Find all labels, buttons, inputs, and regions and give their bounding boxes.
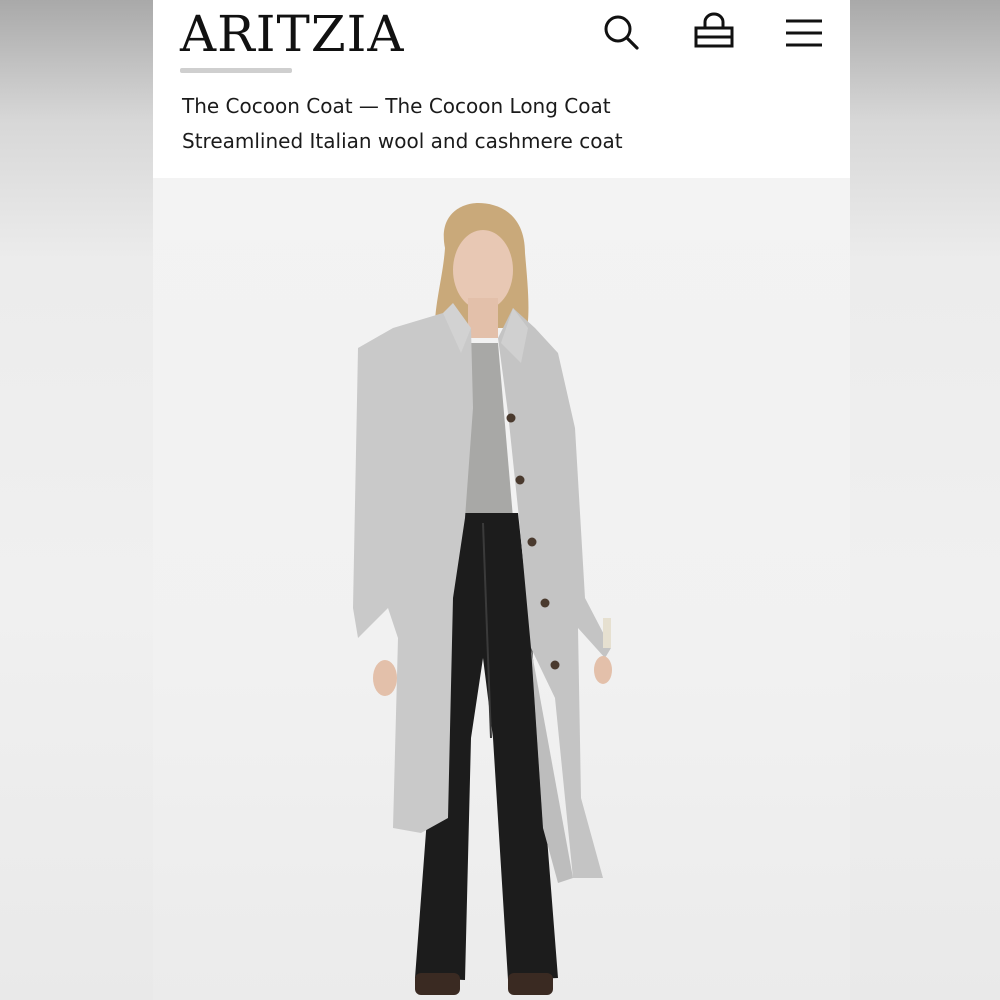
search-button[interactable]	[597, 8, 647, 58]
hamburger-menu-icon	[786, 19, 822, 47]
product-image[interactable]	[153, 178, 850, 1000]
product-title[interactable]: The Cocoon Coat — The Cocoon Long Coat	[182, 94, 611, 118]
cropped-text-line	[180, 64, 300, 84]
left-blur-margin	[0, 0, 153, 1000]
menu-button[interactable]	[779, 8, 829, 58]
product-subtitle: Streamlined Italian wool and cashmere co…	[182, 129, 623, 153]
right-blur-margin	[850, 0, 1000, 1000]
search-icon	[604, 15, 639, 50]
shopping-bag-button[interactable]	[689, 8, 739, 58]
product-page: ARITZIA The Cocoon Coat — The Cocoon Lon…	[153, 0, 850, 1000]
site-header: ARITZIA The Cocoon Coat — The Cocoon Lon…	[153, 0, 850, 178]
shopping-bag-icon	[694, 12, 734, 48]
screenshot-frame: ARITZIA The Cocoon Coat — The Cocoon Lon…	[0, 0, 1000, 1000]
model-illustration	[353, 203, 612, 995]
brand-logo[interactable]: ARITZIA	[180, 6, 404, 62]
